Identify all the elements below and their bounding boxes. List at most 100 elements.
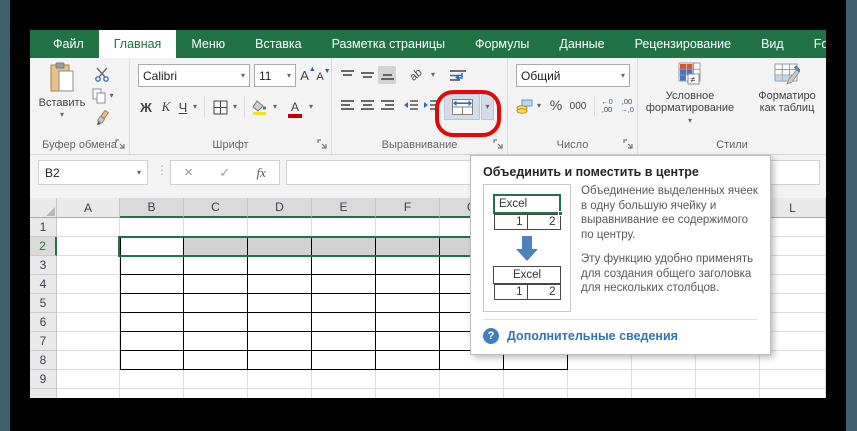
tab-Вид[interactable]: Вид [746, 30, 799, 58]
tab-Вставка[interactable]: Вставка [240, 30, 316, 58]
cell-B10[interactable] [120, 389, 184, 398]
increase-decimal-button[interactable]: ←0,00 [598, 94, 616, 118]
cell-C7[interactable] [184, 332, 248, 351]
cell-E3[interactable] [312, 256, 376, 275]
italic-button[interactable]: К [158, 96, 174, 118]
cell-D3[interactable] [248, 256, 312, 275]
insert-function-icon[interactable]: fx [256, 165, 265, 181]
cell-E2[interactable] [312, 237, 376, 256]
cell-G10[interactable] [440, 389, 504, 398]
align-right-button[interactable] [378, 96, 396, 114]
cell-J10[interactable] [632, 389, 696, 398]
increase-indent-button[interactable] [422, 96, 440, 114]
cell-L10[interactable] [760, 389, 826, 398]
increase-font-button[interactable]: A▲ [300, 64, 316, 87]
cell-A9[interactable] [57, 370, 120, 389]
cell-C6[interactable] [184, 313, 248, 332]
cell-K9[interactable] [696, 370, 760, 389]
cell-F9[interactable] [376, 370, 440, 389]
format-as-table-button[interactable]: Форматиро как таблиц [742, 62, 826, 134]
cell-D8[interactable] [248, 351, 312, 370]
column-header-F[interactable]: F [376, 198, 440, 218]
cell-E6[interactable] [312, 313, 376, 332]
cell-C8[interactable] [184, 351, 248, 370]
cell-A10[interactable] [57, 389, 120, 398]
cell-D2[interactable] [248, 237, 312, 256]
borders-caret-icon[interactable]: ▾ [230, 96, 240, 118]
cell-B8[interactable] [120, 351, 184, 370]
cell-J9[interactable] [632, 370, 696, 389]
font-dialog-launcher[interactable] [317, 139, 328, 150]
bold-button[interactable]: Ж [138, 96, 154, 118]
cell-E8[interactable] [312, 351, 376, 370]
select-all-corner[interactable] [30, 198, 57, 218]
cell-A6[interactable] [57, 313, 120, 332]
decrease-font-button[interactable]: A▼ [316, 66, 331, 87]
cell-F8[interactable] [376, 351, 440, 370]
decrease-decimal-button[interactable]: ,00→,0 [618, 94, 636, 118]
cell-C9[interactable] [184, 370, 248, 389]
align-center-button[interactable] [358, 96, 376, 114]
cell-A7[interactable] [57, 332, 120, 351]
percent-button[interactable]: % [548, 94, 564, 116]
help-icon[interactable]: ? [483, 328, 499, 344]
tooltip-help-link[interactable]: Дополнительные сведения [507, 329, 678, 343]
tab-Данные[interactable]: Данные [544, 30, 619, 58]
cell-F7[interactable] [376, 332, 440, 351]
orientation-button[interactable]: ab [404, 64, 428, 86]
cell-E5[interactable] [312, 294, 376, 313]
font-family-combo[interactable]: Calibri ▾ [138, 64, 250, 87]
row-header-2[interactable]: 2 [30, 237, 57, 256]
cell-B5[interactable] [120, 294, 184, 313]
name-box[interactable]: B2 ▾ [38, 160, 148, 185]
merge-center-button[interactable] [444, 94, 480, 120]
tab-Foxit Read[interactable]: Foxit Read [799, 30, 826, 58]
decrease-indent-button[interactable] [402, 96, 420, 114]
tab-Файл[interactable]: Файл [38, 30, 99, 58]
row-header-6[interactable]: 6 [30, 313, 57, 332]
cell-D1[interactable] [248, 218, 312, 237]
column-header-D[interactable]: D [248, 198, 312, 218]
cell-A1[interactable] [57, 218, 120, 237]
fill-color-button[interactable] [250, 96, 270, 118]
cell-D4[interactable] [248, 275, 312, 294]
conditional-formatting-button[interactable]: ≠ Условное форматирование ▾ [644, 62, 736, 134]
confirm-entry-icon[interactable]: ✓ [219, 165, 230, 181]
tab-Меню[interactable]: Меню [176, 30, 240, 58]
font-size-combo[interactable]: 11 ▾ [254, 64, 296, 87]
row-header-7[interactable]: 7 [30, 332, 57, 351]
column-header-B[interactable]: B [120, 198, 184, 218]
cell-A2[interactable] [57, 237, 120, 256]
row-header-5[interactable]: 5 [30, 294, 57, 313]
cell-K10[interactable] [696, 389, 760, 398]
cell-A3[interactable] [57, 256, 120, 275]
cell-C10[interactable] [184, 389, 248, 398]
copy-button[interactable]: ▾ [88, 86, 118, 106]
format-painter-button[interactable] [90, 108, 114, 128]
alignment-dialog-launcher[interactable] [493, 139, 504, 150]
accounting-format-button[interactable] [514, 96, 534, 116]
cell-E4[interactable] [312, 275, 376, 294]
align-top-button[interactable] [338, 66, 356, 84]
cell-D9[interactable] [248, 370, 312, 389]
cell-C5[interactable] [184, 294, 248, 313]
paste-button[interactable]: Вставить ▾ [36, 62, 88, 138]
row-header-1[interactable]: 1 [30, 218, 57, 237]
row-header-9[interactable]: 9 [30, 370, 57, 389]
cell-B2-active[interactable] [120, 237, 184, 256]
cell-H10[interactable] [504, 389, 568, 398]
fill-color-caret-icon[interactable]: ▾ [270, 96, 280, 118]
font-color-caret-icon[interactable]: ▾ [306, 96, 316, 118]
cell-A8[interactable] [57, 351, 120, 370]
cell-B1[interactable] [120, 218, 184, 237]
number-dialog-launcher[interactable] [623, 139, 634, 150]
orientation-caret-icon[interactable]: ▾ [428, 66, 438, 84]
align-bottom-button[interactable] [378, 66, 396, 84]
cell-I10[interactable] [568, 389, 632, 398]
cancel-entry-icon[interactable]: × [184, 164, 193, 181]
align-left-button[interactable] [338, 96, 356, 114]
cell-E10[interactable] [312, 389, 376, 398]
borders-button[interactable] [210, 96, 230, 118]
accounting-caret-icon[interactable]: ▾ [534, 96, 544, 116]
cell-F3[interactable] [376, 256, 440, 275]
